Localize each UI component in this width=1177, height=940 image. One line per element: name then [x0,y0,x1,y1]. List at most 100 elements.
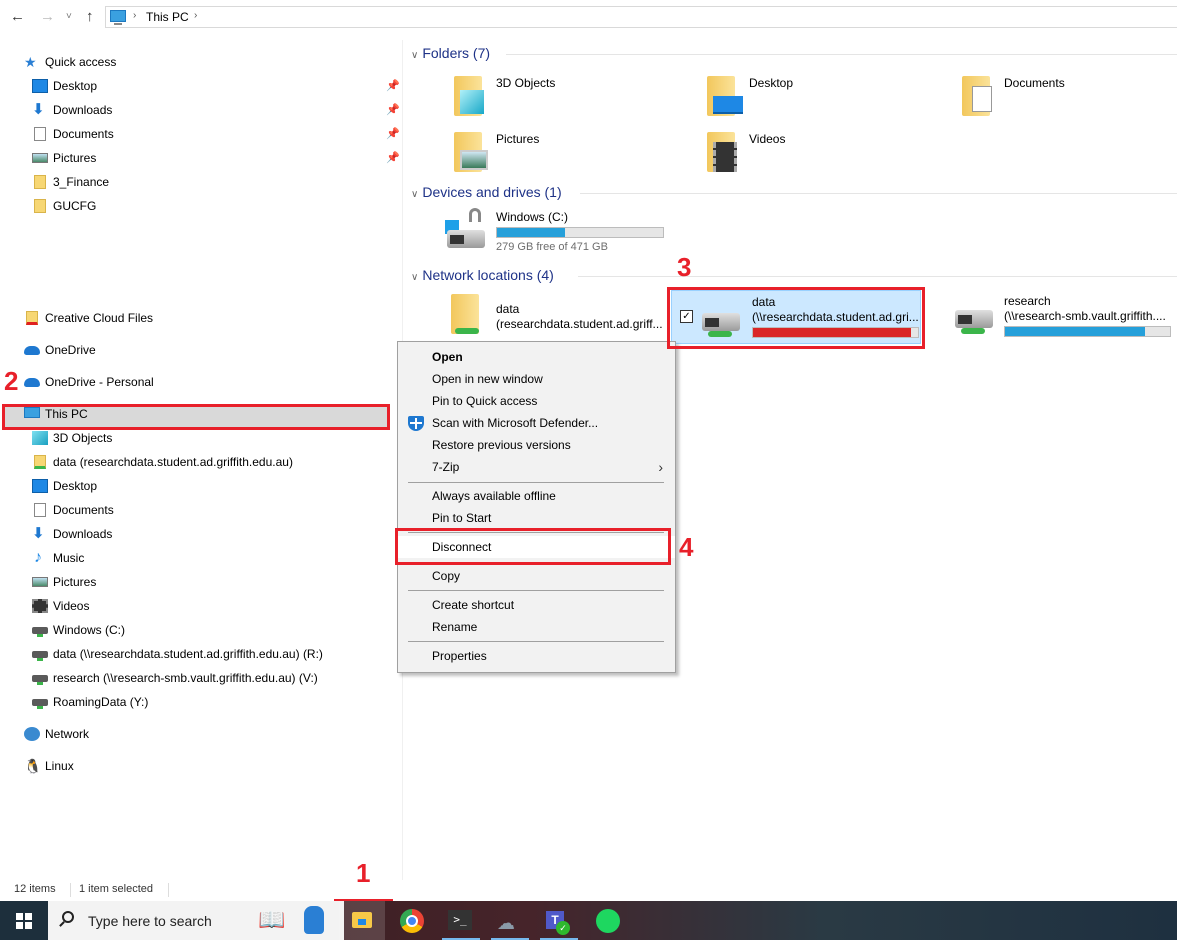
annotation-number-4: 4 [679,532,694,562]
file-explorer-icon-detail [358,919,366,925]
breadcrumb-separator[interactable]: › [133,10,136,21]
menu-item-label: Copy [432,569,461,583]
menu-item-rename[interactable]: Rename [398,616,675,638]
menu-item-label: Pin to Quick access [432,394,538,408]
network-drive-icon [951,292,997,336]
defender-shield-icon [408,416,424,431]
menu-item-pin-to-quick-access[interactable]: Pin to Quick access [398,390,675,412]
selection-count: 1 item selected [79,883,153,895]
menu-item-copy[interactable]: Copy [398,565,675,587]
sidebar-item-pictures[interactable]: Pictures 📌 [32,147,402,169]
taskbar-search-box[interactable]: Type here to search 📖 [48,901,344,940]
pin-icon[interactable]: 📌 [386,123,400,145]
drive-tile-windows-c[interactable]: Windows (C:) 279 GB free of 471 GB [445,208,675,258]
breadcrumb-separator[interactable]: › [194,10,197,21]
sidebar-item-desktop[interactable]: Desktop 📌 [32,75,402,97]
menu-item-open[interactable]: Open [398,346,675,368]
sidebar-item-label: Linux [45,759,74,773]
sidebar-item-downloads[interactable]: ⬇ Downloads 📌 [32,99,402,121]
folder-documents-icon [958,74,994,118]
folder-name: Desktop [749,76,794,90]
taskbar-teams[interactable]: T ✓ [536,901,582,940]
taskbar-file-explorer[interactable] [339,901,385,940]
sidebar-item-label: Pictures [53,575,97,589]
group-divider [506,54,1177,55]
context-menu: Open Open in new window Pin to Quick acc… [397,341,676,673]
sidebar-item-label: 3_Finance [53,175,110,189]
menu-item-scan-with-defender[interactable]: Scan with Microsoft Defender... [398,412,675,434]
menu-item-open-in-new-window[interactable]: Open in new window [398,368,675,390]
taskbar-spotify[interactable] [586,901,632,940]
group-header-network-locations[interactable]: ∨ Network locations (4) [411,267,554,287]
videos-icon [32,599,48,613]
menu-item-label: Create shortcut [432,598,515,612]
recent-locations-icon[interactable]: ˅ [66,11,72,22]
network-location-name: data [496,302,520,316]
sidebar-item-label: OneDrive [45,343,96,357]
start-button[interactable] [0,901,48,940]
menu-item-create-shortcut[interactable]: Create shortcut [398,594,675,616]
sidebar-item-documents[interactable]: Documents 📌 [32,123,402,145]
menu-item-always-available-offline[interactable]: Always available offline [398,485,675,507]
forward-arrow-icon[interactable]: → [40,8,55,25]
sidebar-item-label: Windows (C:) [53,623,126,637]
group-divider [580,193,1177,194]
menu-item-restore-previous-versions[interactable]: Restore previous versions [398,434,675,456]
collapse-chevron-icon[interactable]: ∨ [411,50,418,61]
taskbar: Type here to search 📖 >_ ☁ T ✓ [0,901,1177,940]
address-bar[interactable]: › This PC › [105,6,1177,28]
sidebar-item-label: Documents [53,503,114,517]
network-drive-icon [32,699,48,709]
group-header-devices[interactable]: ∨ Devices and drives (1) [411,184,562,204]
folder-name: Pictures [496,132,540,146]
annotation-number-3: 3 [677,252,692,282]
drive-free-space: 279 GB free of 471 GB [496,241,608,253]
navigation-pane: ★ Quick access Desktop 📌 ⬇ Downloads 📌 D… [0,40,400,880]
pin-icon[interactable]: 📌 [386,99,400,121]
pin-icon[interactable]: 📌 [386,147,400,169]
item-count: 12 items [14,883,56,895]
sidebar-item-label: data (researchdata.student.ad.griffith.e… [53,455,293,469]
network-tile-data-folder[interactable]: data (researchdata.student.ad.griff... [445,292,665,342]
pin-icon[interactable]: 📌 [386,75,400,97]
taskbar-cloud-app[interactable]: ☁ [487,901,533,940]
annotation-number-2: 2 [4,366,19,396]
sidebar-item-label: 3D Objects [53,431,113,445]
annotation-box-4 [395,528,671,565]
sidebar-item-label: OneDrive - Personal [45,375,154,389]
onedrive-cloud-icon [24,378,40,387]
network-folder-icon [34,455,46,469]
folder-name: 3D Objects [496,76,556,90]
menu-item-properties[interactable]: Properties [398,645,675,667]
group-header-folders[interactable]: ∨ Folders (7) [411,45,490,65]
sidebar-item-label: Desktop [53,479,98,493]
back-arrow-icon[interactable]: ← [10,8,25,25]
network-tile-research-drive[interactable]: research (\\research-smb.vault.griffith.… [951,292,1177,342]
network-location-path: (researchdata.student.ad.griff... [496,317,663,331]
network-location-path: (\\research-smb.vault.griffith.... [1004,309,1166,323]
sidebar-item-label: Downloads [53,527,113,541]
status-separator [168,883,169,897]
menu-item-pin-to-start[interactable]: Pin to Start [398,507,675,529]
sidebar-item-label: research (\\research-smb.vault.griffith.… [53,671,318,685]
breadcrumb-this-pc[interactable]: This PC [146,10,189,24]
sidebar-item-label: RoamingData (Y:) [53,695,149,709]
collapse-chevron-icon[interactable]: ∨ [411,189,418,200]
folder-tile-videos[interactable]: Videos [703,130,903,180]
cloud-app-icon: ☁ [497,913,515,933]
menu-item-label: Open [432,350,463,364]
folder-tile-desktop[interactable]: Desktop [703,74,903,124]
drive-usage-fill [1005,327,1146,336]
drive-usage-bar [1004,326,1171,337]
folder-tile-pictures[interactable]: Pictures [450,130,650,180]
annotation-box-3 [667,287,925,349]
up-arrow-icon[interactable]: ↑ [86,8,94,25]
folder-tile-documents[interactable]: Documents [958,74,1158,124]
taskbar-chrome[interactable] [390,901,436,940]
status-separator [70,883,71,897]
folder-tile-3d-objects[interactable]: 3D Objects [450,74,650,124]
menu-item-7-zip[interactable]: 7-Zip › [398,456,675,478]
taskbar-terminal[interactable]: >_ [438,901,484,940]
collapse-chevron-icon[interactable]: ∨ [411,272,418,283]
folder-pictures-icon [450,130,488,174]
